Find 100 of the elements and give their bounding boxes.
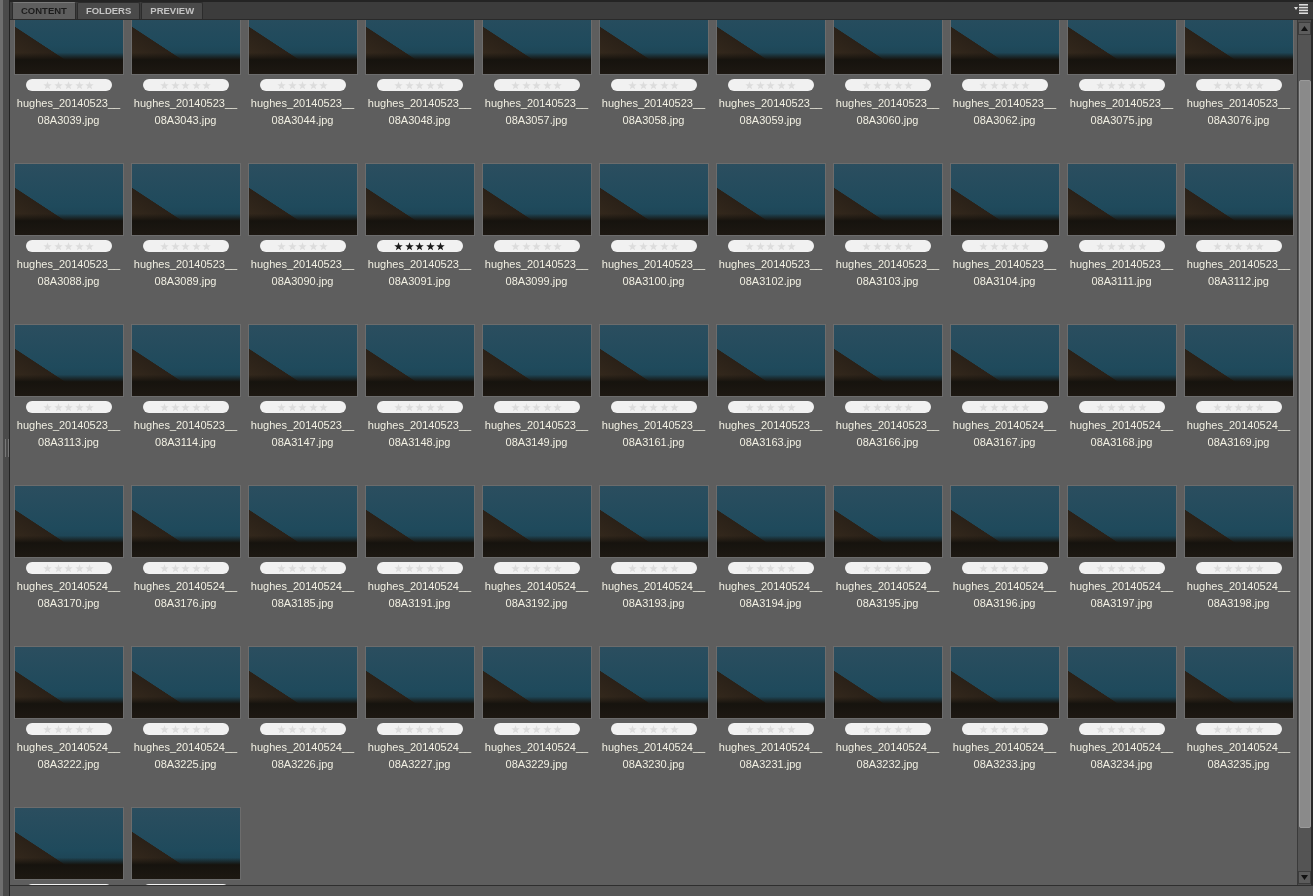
rating-field[interactable]	[1195, 723, 1282, 735]
photo-placeholder[interactable]	[598, 485, 709, 558]
photo-placeholder[interactable]	[949, 163, 1060, 236]
rating-field[interactable]	[1195, 79, 1282, 91]
tab[interactable]: FOLDERS	[76, 2, 141, 19]
rating-field[interactable]	[493, 723, 580, 735]
rating-field[interactable]	[1195, 562, 1282, 574]
rating-field[interactable]	[259, 562, 346, 574]
photo-placeholder[interactable]	[364, 646, 475, 719]
photo-placeholder[interactable]	[1183, 485, 1294, 558]
rating-field[interactable]	[1078, 79, 1165, 91]
rating-field[interactable]	[844, 723, 931, 735]
photo-placeholder[interactable]	[715, 646, 826, 719]
scroll-down-button[interactable]	[1298, 871, 1311, 884]
photo-placeholder[interactable]	[364, 20, 475, 75]
rating-field[interactable]	[961, 401, 1048, 413]
rating-field[interactable]	[727, 723, 814, 735]
rating-field[interactable]	[1078, 240, 1165, 252]
rating-field[interactable]	[376, 723, 463, 735]
rating-field[interactable]	[610, 562, 697, 574]
photo-placeholder[interactable]	[130, 163, 241, 236]
rating-field[interactable]	[376, 401, 463, 413]
rating-field[interactable]	[25, 401, 112, 413]
photo-placeholder[interactable]	[13, 20, 124, 75]
photo-placeholder[interactable]	[1066, 646, 1177, 719]
rating-field[interactable]	[142, 240, 229, 252]
photo-placeholder[interactable]	[247, 20, 358, 75]
rating-field[interactable]	[1078, 401, 1165, 413]
photo-placeholder[interactable]	[1183, 20, 1294, 75]
panel-menu-icon[interactable]	[1294, 4, 1308, 14]
rating-field[interactable]	[259, 240, 346, 252]
rating-field[interactable]	[961, 240, 1048, 252]
rating-field[interactable]	[493, 79, 580, 91]
tab[interactable]: CONTENT	[12, 2, 76, 19]
photo-placeholder[interactable]	[481, 324, 592, 397]
rating-field[interactable]	[142, 401, 229, 413]
photo-placeholder[interactable]	[130, 807, 241, 880]
rating-field[interactable]	[844, 401, 931, 413]
photo-placeholder[interactable]	[1183, 324, 1294, 397]
rating-field[interactable]	[1195, 240, 1282, 252]
rating-field[interactable]	[25, 240, 112, 252]
rating-field[interactable]	[727, 79, 814, 91]
photo-placeholder[interactable]	[949, 485, 1060, 558]
photo-placeholder[interactable]	[364, 485, 475, 558]
photo-placeholder[interactable]	[832, 485, 943, 558]
photo-placeholder[interactable]	[832, 646, 943, 719]
photo-placeholder[interactable]	[130, 324, 241, 397]
photo-placeholder[interactable]	[715, 163, 826, 236]
photo-placeholder[interactable]	[1066, 163, 1177, 236]
photo-placeholder[interactable]	[364, 324, 475, 397]
photo-placeholder[interactable]	[1066, 20, 1177, 75]
photo-placeholder[interactable]	[715, 20, 826, 75]
rating-field[interactable]	[25, 562, 112, 574]
photo-placeholder[interactable]	[13, 485, 124, 558]
rating-field[interactable]	[961, 723, 1048, 735]
rating-field[interactable]	[727, 401, 814, 413]
photo-placeholder[interactable]	[130, 646, 241, 719]
rating-field[interactable]	[1078, 723, 1165, 735]
rating-field[interactable]	[259, 723, 346, 735]
rating-field[interactable]	[493, 401, 580, 413]
rating-field[interactable]	[493, 240, 580, 252]
rating-field[interactable]	[610, 401, 697, 413]
rating-field[interactable]	[25, 723, 112, 735]
rating-field[interactable]	[844, 79, 931, 91]
photo-placeholder[interactable]	[949, 20, 1060, 75]
grip-icon[interactable]	[5, 439, 9, 457]
rating-field[interactable]	[142, 79, 229, 91]
photo-placeholder[interactable]	[13, 163, 124, 236]
rating-field[interactable]	[376, 240, 463, 252]
photo-placeholder[interactable]	[247, 324, 358, 397]
rating-field[interactable]	[610, 240, 697, 252]
photo-placeholder[interactable]	[481, 485, 592, 558]
photo-placeholder[interactable]	[247, 485, 358, 558]
rating-field[interactable]	[844, 562, 931, 574]
rating-field[interactable]	[142, 562, 229, 574]
rating-field[interactable]	[376, 79, 463, 91]
photo-placeholder[interactable]	[481, 20, 592, 75]
rating-field[interactable]	[844, 240, 931, 252]
rating-field[interactable]	[259, 401, 346, 413]
photo-placeholder[interactable]	[832, 20, 943, 75]
photo-placeholder[interactable]	[1066, 324, 1177, 397]
rating-field[interactable]	[727, 240, 814, 252]
photo-placeholder[interactable]	[949, 646, 1060, 719]
rating-field[interactable]	[142, 723, 229, 735]
photo-placeholder[interactable]	[13, 324, 124, 397]
rating-field[interactable]	[610, 723, 697, 735]
rating-field[interactable]	[610, 79, 697, 91]
photo-placeholder[interactable]	[715, 324, 826, 397]
photo-placeholder[interactable]	[130, 485, 241, 558]
photo-placeholder[interactable]	[1183, 163, 1294, 236]
rating-field[interactable]	[727, 562, 814, 574]
photo-placeholder[interactable]	[13, 807, 124, 880]
photo-placeholder[interactable]	[481, 646, 592, 719]
photo-placeholder[interactable]	[247, 163, 358, 236]
rating-field[interactable]	[376, 562, 463, 574]
photo-placeholder[interactable]	[13, 646, 124, 719]
photo-placeholder[interactable]	[481, 163, 592, 236]
photo-placeholder[interactable]	[715, 485, 826, 558]
photo-placeholder[interactable]	[598, 20, 709, 75]
photo-placeholder[interactable]	[247, 646, 358, 719]
